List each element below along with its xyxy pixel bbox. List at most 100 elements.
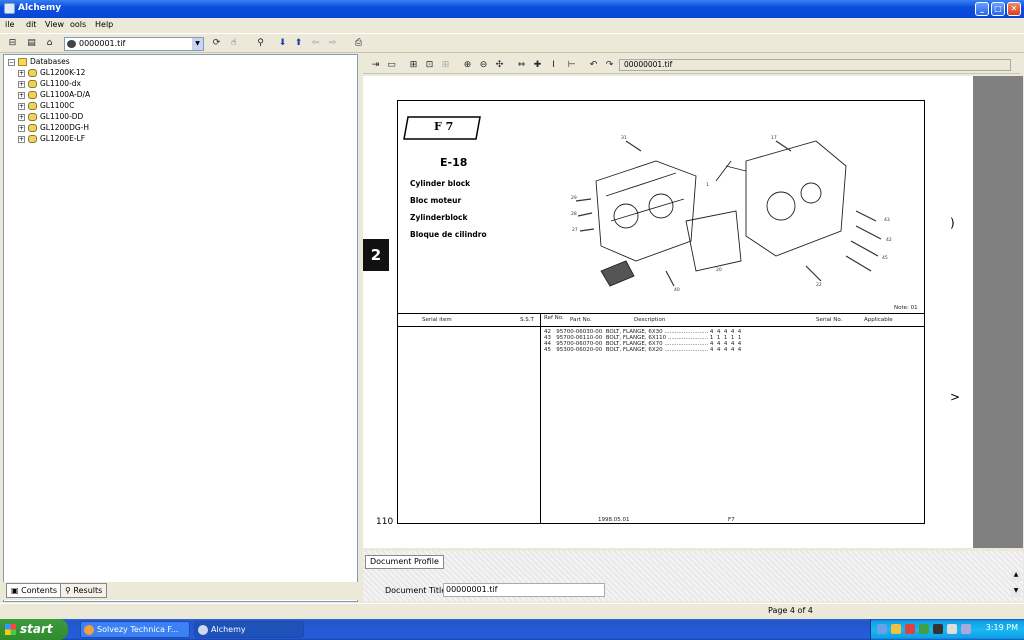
tree-item-label: GL1100C bbox=[40, 101, 75, 110]
tab-contents[interactable]: ▣ Contents bbox=[6, 583, 63, 598]
tree-item-db[interactable]: + GL1100-dx bbox=[18, 78, 81, 89]
properties-icon[interactable]: ⌂ bbox=[43, 37, 56, 50]
chevron-down-icon[interactable]: ▼ bbox=[192, 38, 203, 50]
document-profile-panel: Document Profile Document Title: 0000000… bbox=[363, 551, 1023, 601]
clock: 3:19 PM bbox=[985, 623, 1018, 632]
export-icon[interactable]: ⇥ bbox=[369, 59, 382, 72]
tree-item-db[interactable]: + GL1100C bbox=[18, 100, 74, 111]
scroll-down-icon[interactable]: ▼ bbox=[1011, 587, 1021, 597]
menu-view[interactable]: View bbox=[45, 20, 64, 29]
hand-icon[interactable]: ☝ bbox=[227, 37, 240, 50]
connection-icon[interactable] bbox=[961, 624, 971, 634]
svg-text:42: 42 bbox=[886, 237, 892, 243]
name-es: Bloque de cilindro bbox=[410, 230, 487, 239]
tree-pane: − Databases + GL1200K-12 + GL1100-dx + GL110… bbox=[3, 54, 358, 602]
binoculars-icon[interactable]: ⚲ bbox=[254, 37, 267, 50]
header-applicable: Applicable bbox=[864, 317, 893, 323]
part-code: E-18 bbox=[440, 156, 468, 169]
system-tray: 3:19 PM bbox=[870, 619, 1024, 640]
expand-icon[interactable]: + bbox=[18, 91, 25, 99]
task-browser[interactable]: Solvezy Technica F... bbox=[80, 621, 190, 638]
menu-help[interactable]: Help bbox=[95, 20, 113, 29]
network-icon[interactable] bbox=[877, 624, 887, 634]
svg-text:20: 20 bbox=[716, 267, 722, 273]
volume-icon[interactable] bbox=[947, 624, 957, 634]
menu-tools[interactable]: ools bbox=[70, 20, 86, 29]
menu-edit[interactable]: dit bbox=[26, 20, 36, 29]
arrow-back-icon[interactable]: ⇦ bbox=[309, 37, 322, 50]
printed-page-number: 110 bbox=[376, 517, 394, 527]
menu-file[interactable]: ile bbox=[5, 20, 14, 29]
tree-item-db[interactable]: + GL1200K-12 bbox=[18, 67, 85, 78]
left-header-serial: Serial item bbox=[422, 317, 452, 323]
task-alchemy[interactable]: Alchemy bbox=[194, 621, 304, 638]
tree-item-db[interactable]: + GL1200E-LF bbox=[18, 133, 85, 144]
tree-root-label: Databases bbox=[30, 57, 70, 66]
fit-page-icon[interactable]: ✚ bbox=[531, 59, 544, 72]
expand-icon[interactable]: + bbox=[18, 113, 25, 121]
database-combo[interactable]: 0000001.tif ▼ bbox=[64, 37, 204, 51]
app-icon bbox=[4, 3, 15, 14]
path-field[interactable]: 00000001.tif bbox=[619, 59, 1011, 71]
tab-document-profile[interactable]: Document Profile bbox=[365, 555, 444, 569]
footer-date: 1998.05.01 bbox=[598, 517, 630, 523]
arrow-up-icon[interactable]: ⬆ bbox=[292, 37, 305, 50]
minimize-button[interactable]: _ bbox=[975, 2, 989, 16]
fit-icon[interactable]: ✣ bbox=[493, 59, 506, 72]
tree-root[interactable]: − Databases bbox=[8, 56, 70, 67]
zoom-in-icon[interactable]: ⊕ bbox=[461, 59, 474, 72]
svg-text:43: 43 bbox=[884, 217, 890, 223]
expand-icon[interactable]: + bbox=[18, 102, 25, 110]
viewer-margin bbox=[973, 76, 1023, 548]
binding-mark-icon: ) bbox=[950, 216, 955, 230]
book-icon: ▣ bbox=[11, 586, 22, 595]
header-desc: Description bbox=[634, 317, 666, 323]
tree-item-db[interactable]: + GL1100A-D/A bbox=[18, 89, 90, 100]
collapse-icon[interactable]: − bbox=[8, 58, 15, 66]
header-part: Part No. bbox=[570, 317, 592, 323]
name-en: Cylinder block bbox=[410, 179, 471, 188]
select-icon[interactable]: ⊞ bbox=[407, 59, 420, 72]
document-title-field[interactable]: 00000001.tif bbox=[443, 583, 605, 597]
tree-item-db[interactable]: + GL1200DG-H bbox=[18, 122, 89, 133]
rotate-right-icon[interactable]: ↷ bbox=[603, 59, 616, 72]
grid-icon[interactable]: ⊞ bbox=[439, 59, 452, 72]
expand-icon[interactable]: + bbox=[18, 135, 25, 143]
arrow-forward-icon[interactable]: ⇨ bbox=[326, 37, 339, 50]
fit-width-icon[interactable]: ⇔ bbox=[515, 59, 528, 72]
expand-icon[interactable]: + bbox=[18, 80, 25, 88]
start-button[interactable]: start bbox=[0, 619, 68, 640]
tab-results-label: Results bbox=[73, 586, 103, 595]
maximize-button[interactable]: □ bbox=[991, 2, 1005, 16]
expand-icon[interactable]: + bbox=[18, 124, 25, 132]
tree-icon[interactable]: ⊟ bbox=[6, 37, 19, 50]
fit-height-icon[interactable]: Ⅰ bbox=[547, 59, 560, 72]
document-title-label: Document Title: bbox=[385, 586, 449, 595]
refresh-icon[interactable]: ⟳ bbox=[210, 37, 223, 50]
close-button[interactable]: ✕ bbox=[1007, 2, 1021, 16]
svg-text:29: 29 bbox=[571, 195, 577, 201]
actual-size-icon[interactable]: ⊢ bbox=[565, 59, 578, 72]
expand-icon[interactable]: + bbox=[18, 69, 25, 77]
security-icon[interactable] bbox=[891, 624, 901, 634]
tab-results[interactable]: ⚲ Results bbox=[60, 583, 108, 598]
document-icon[interactable]: ▤ bbox=[25, 37, 38, 50]
start-label: start bbox=[20, 622, 53, 636]
database-combo-value: 0000001.tif bbox=[79, 39, 126, 48]
device-icon[interactable] bbox=[933, 624, 943, 634]
tab-contents-label: Contents bbox=[21, 586, 58, 595]
arrow-down-icon[interactable]: ⬇ bbox=[276, 37, 289, 50]
pane-splitter[interactable] bbox=[359, 54, 362, 602]
shield-icon[interactable] bbox=[905, 624, 915, 634]
update-icon[interactable] bbox=[919, 624, 929, 634]
svg-text:22: 22 bbox=[816, 282, 822, 288]
page-indicator: Page 4 of 4 bbox=[768, 606, 813, 615]
zoom-out-icon[interactable]: ⊖ bbox=[477, 59, 490, 72]
rotate-left-icon[interactable]: ↶ bbox=[587, 59, 600, 72]
print-icon[interactable]: ⎙ bbox=[352, 37, 365, 50]
save-icon[interactable]: ▭ bbox=[385, 59, 398, 72]
name-fr: Bloc moteur bbox=[410, 196, 462, 205]
tree-item-db[interactable]: + GL1100-DD bbox=[18, 111, 83, 122]
crop-icon[interactable]: ⊡ bbox=[423, 59, 436, 72]
scroll-up-icon[interactable]: ▲ bbox=[1011, 571, 1021, 581]
